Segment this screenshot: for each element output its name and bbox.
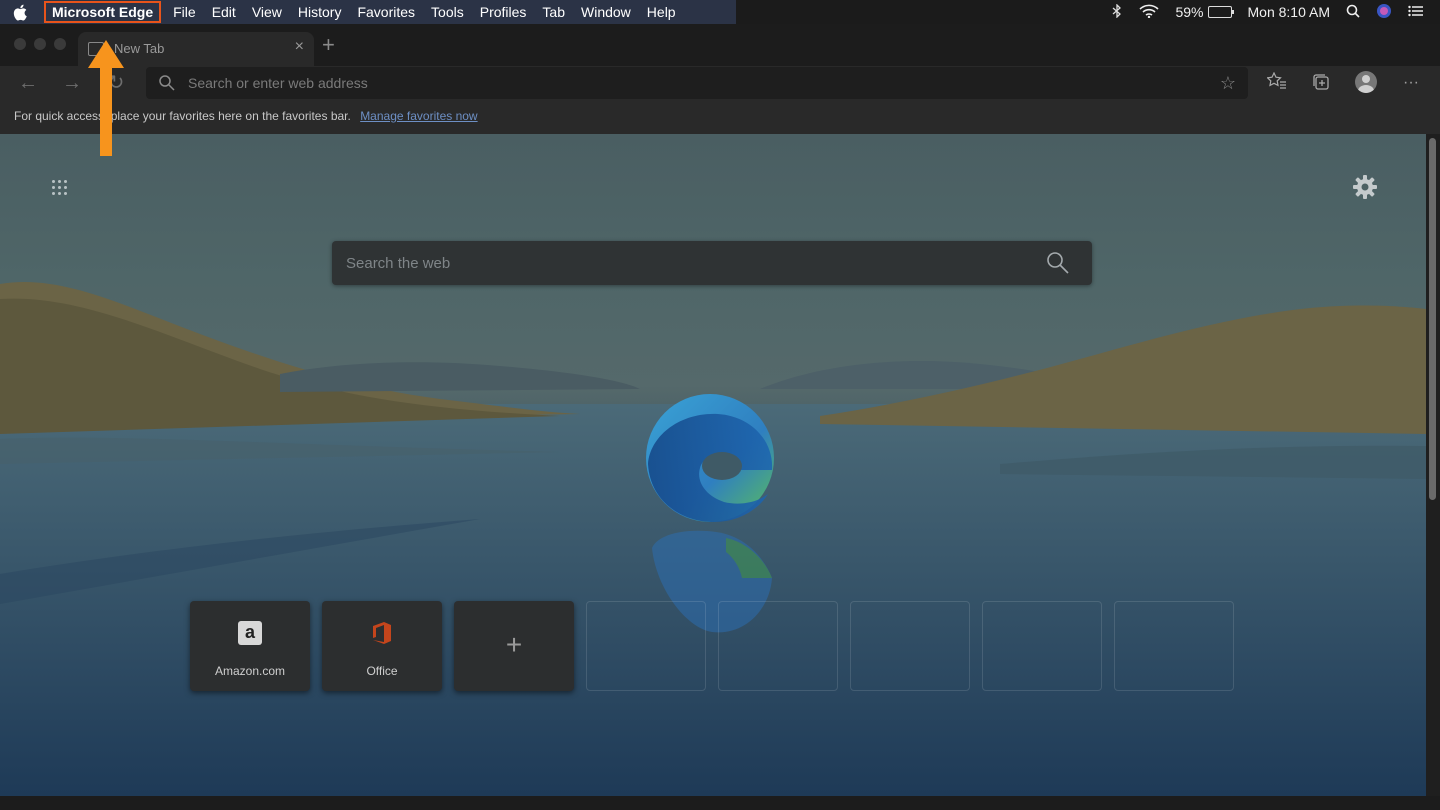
siri-icon[interactable] — [1376, 3, 1392, 22]
favorites-bar-message: For quick access, place your favorites h… — [14, 109, 478, 123]
amazon-icon: a — [238, 621, 262, 645]
empty-quick-link-slot — [718, 601, 838, 691]
back-button[interactable]: ← — [14, 70, 42, 96]
apple-menu-icon[interactable] — [0, 0, 40, 24]
profile-avatar[interactable] — [1355, 71, 1377, 93]
menu-profiles[interactable]: Profiles — [472, 0, 535, 24]
apps-launcher-icon[interactable] — [50, 178, 70, 198]
bluetooth-icon[interactable] — [1111, 2, 1123, 21]
address-bar[interactable]: Search or enter web address ☆ — [146, 67, 1248, 99]
quick-link-tile-amazon[interactable]: a Amazon.com — [190, 601, 310, 691]
empty-quick-link-slot — [586, 601, 706, 691]
minimize-window-button[interactable] — [34, 38, 46, 50]
menu-file[interactable]: File — [165, 0, 204, 24]
collections-icon[interactable] — [1310, 72, 1332, 94]
menu-view[interactable]: View — [244, 0, 290, 24]
menu-app-name[interactable]: Microsoft Edge — [44, 1, 162, 23]
favorites-icon[interactable] — [1266, 71, 1288, 94]
office-icon — [370, 621, 394, 645]
browser-toolbar: ← → ↻ Search or enter web address ☆ ··· — [0, 66, 1440, 100]
empty-quick-link-slot — [850, 601, 970, 691]
search-icon — [158, 74, 176, 97]
page-settings-gear-icon[interactable] — [1352, 174, 1378, 200]
menu-tab[interactable]: Tab — [534, 0, 573, 24]
menu-window[interactable]: Window — [573, 0, 639, 24]
menu-edit[interactable]: Edit — [204, 0, 244, 24]
quick-link-tile-office[interactable]: Office — [322, 601, 442, 691]
favorites-bar: For quick access, place your favorites h… — [0, 100, 1440, 134]
empty-quick-link-slot — [1114, 601, 1234, 691]
favorites-bar-text: For quick access, place your favorites h… — [14, 109, 351, 123]
page-scrollbar[interactable] — [1426, 134, 1440, 796]
close-tab-icon[interactable]: × — [295, 38, 304, 56]
web-search-placeholder: Search the web — [346, 255, 451, 272]
menu-help[interactable]: Help — [639, 0, 684, 24]
quick-link-label: Amazon.com — [214, 664, 286, 678]
manage-favorites-link[interactable]: Manage favorites now — [360, 109, 477, 123]
edge-logo — [646, 394, 774, 522]
address-bar-placeholder: Search or enter web address — [188, 75, 368, 91]
menu-history[interactable]: History — [290, 0, 350, 24]
web-search-box[interactable]: Search the web — [332, 241, 1092, 285]
zoom-window-button[interactable] — [54, 38, 66, 50]
new-tab-page: Search the web a Amazon.com Office + — [0, 134, 1426, 796]
menu-favorites[interactable]: Favorites — [349, 0, 423, 24]
new-tab-button[interactable]: + — [322, 34, 335, 56]
add-icon: + — [505, 629, 523, 660]
battery-indicator[interactable]: 59% — [1175, 4, 1234, 20]
wifi-icon[interactable] — [1139, 4, 1160, 21]
notification-center-icon[interactable] — [1408, 4, 1424, 20]
menubar-status: 59% Mon 8:10 AM — [1111, 0, 1440, 24]
annotation-arrow-icon — [88, 40, 124, 156]
menubar-left: Microsoft Edge File Edit View History Fa… — [0, 0, 736, 24]
scrollbar-thumb[interactable] — [1429, 138, 1436, 500]
macos-menubar: Microsoft Edge File Edit View History Fa… — [0, 0, 1440, 24]
avatar-head — [1362, 75, 1370, 83]
tab-strip: New Tab × + — [0, 24, 1440, 66]
close-window-button[interactable] — [14, 38, 26, 50]
spotlight-search-icon[interactable] — [1346, 4, 1360, 21]
quick-link-label: Office — [366, 664, 398, 678]
menubar-clock[interactable]: Mon 8:10 AM — [1248, 4, 1331, 20]
window-bottom-edge — [0, 796, 1440, 810]
battery-percent: 59% — [1175, 4, 1204, 20]
empty-quick-link-slot — [982, 601, 1102, 691]
battery-icon — [1207, 6, 1234, 18]
forward-button[interactable]: → — [58, 70, 86, 96]
settings-more-icon[interactable]: ··· — [1400, 72, 1422, 94]
menu-tools[interactable]: Tools — [423, 0, 472, 24]
add-favorite-star-icon[interactable]: ☆ — [1220, 73, 1236, 94]
add-quick-link-tile[interactable]: + — [454, 601, 574, 691]
web-search-icon[interactable] — [1046, 251, 1070, 280]
avatar-body — [1358, 85, 1374, 93]
